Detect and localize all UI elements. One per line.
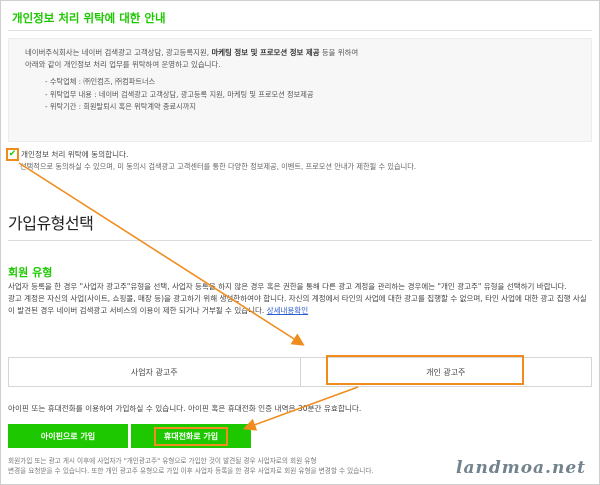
consent-intro: 네이버주식회사는 네이버 검색광고 고객상담, 광고등록지원, 마케팅 정보 및… — [25, 47, 358, 71]
list-item: - 위탁업무 내용 : 네이버 검색광고 고객상담, 광고등록 지원, 마케팅 … — [45, 89, 314, 99]
member-type-description: 사업자 등록을 한 경우 "사업자 광고주"유형을 선택, 사업자 등록을 하지… — [8, 281, 592, 317]
detail-link[interactable]: 상세내용확인 — [267, 306, 308, 315]
consent-checkbox-label[interactable]: 개인정보 처리 위탁에 동의합니다. — [21, 149, 128, 160]
list-item: - 위탁기간 : 회원탈퇴시 혹은 위탁계약 종료시까지 — [45, 102, 196, 111]
member-type-tabs: 사업자 광고주 개인 광고주 — [8, 357, 592, 387]
member-type-title: 회원 유형 — [8, 266, 53, 279]
watermark: landmoa.net — [455, 458, 586, 478]
divider — [8, 30, 592, 31]
consent-info-box: 네이버주식회사는 네이버 검색광고 고객상담, 광고등록지원, 마케팅 정보 및… — [8, 38, 592, 142]
list-item: - 수탁업체 : ㈜인컴즈, ㈜컴파트너스 — [45, 77, 156, 86]
divider — [8, 240, 592, 241]
consent-checkbox-row[interactable]: ✔ 개인정보 처리 위탁에 동의합니다. — [6, 146, 128, 162]
intro-text: 네이버주식회사는 네이버 검색광고 고객상담, 광고등록지원, — [25, 48, 212, 57]
footer-line: 변경을 요청받을 수 있습니다. 또한 개인 광고주 유형으로 가입 이후 사업… — [8, 467, 374, 475]
consent-checkbox[interactable]: ✔ — [6, 147, 19, 161]
description-paragraph-2: 광고 계정은 자신의 사업(사이트, 쇼핑몰, 매장 등)을 광고하기 위해 생… — [8, 293, 592, 317]
ipin-signup-button[interactable]: 아이핀으로 가입 — [8, 424, 128, 448]
tab-business-advertiser[interactable]: 사업자 광고주 — [9, 358, 300, 386]
intro-text-end: 등을 위하여 — [319, 48, 359, 57]
phone-signup-label: 휴대전화로 가입 — [153, 426, 229, 446]
consent-info-list: - 수탁업체 : ㈜인컴즈, ㈜컴파트너스 - 위탁업무 내용 : 네이버 검색… — [45, 76, 313, 114]
footer-line: 회원가입 또는 광고 게시 이후에 사업자가 "개인광고주" 유형으로 가입한 … — [8, 457, 317, 465]
consent-note: 선택적으로 동의하실 수 있으며, 미 동의시 검색광고 고객센터를 통한 다양… — [20, 162, 417, 171]
footer-note: 회원가입 또는 광고 게시 이후에 사업자가 "개인광고주" 유형으로 가입한 … — [8, 456, 374, 476]
phone-signup-button[interactable]: 휴대전화로 가입 — [131, 424, 251, 448]
page-title: 가입유형선택 — [8, 214, 94, 233]
intro-bold-text: 마케팅 정보 및 프로모션 정보 제공 — [211, 48, 320, 57]
tab-individual-advertiser[interactable]: 개인 광고주 — [299, 358, 592, 386]
intro-text-line2: 아래와 같이 개인정보 처리 업무를 위탁하여 운영하고 있습니다. — [25, 60, 221, 69]
signup-notice: 아이핀 또는 휴대전화를 이용하여 가입하실 수 있습니다. 아이핀 혹은 휴대… — [8, 404, 362, 413]
description-paragraph: 사업자 등록을 한 경우 "사업자 광고주"유형을 선택, 사업자 등록을 하지… — [8, 282, 567, 291]
consent-title: 개인정보 처리 위탁에 대한 안내 — [12, 11, 166, 25]
check-icon: ✔ — [8, 148, 17, 159]
